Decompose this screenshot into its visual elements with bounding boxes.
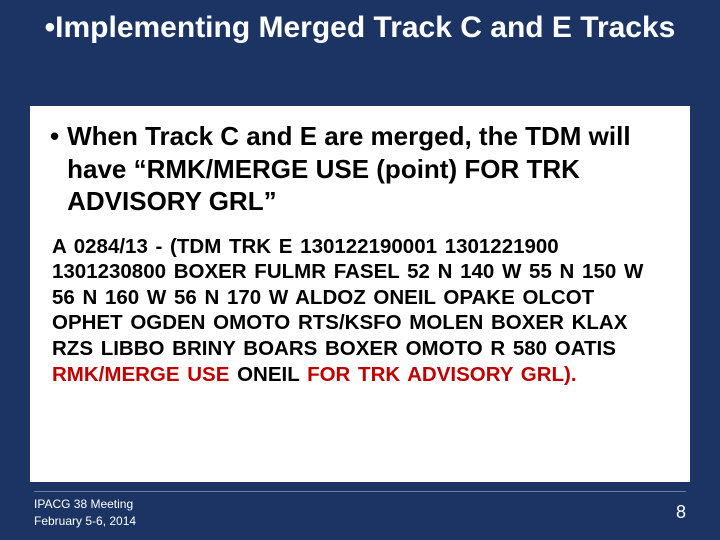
title-text: Implementing Merged Track C and E Tracks xyxy=(55,11,675,44)
footer-divider xyxy=(34,491,686,492)
heading-text: When Track C and E are merged, the TDM w… xyxy=(67,120,670,218)
page-number: 8 xyxy=(676,500,686,525)
body-mid: ONEIL xyxy=(237,363,299,386)
footer-left: IPACG 38 Meeting February 5-6, 2014 xyxy=(34,496,136,530)
slide-title: •Implementing Merged Track C and E Track… xyxy=(0,0,720,46)
body-highlight-2: FOR TRK ADVISORY GRL). xyxy=(299,363,576,386)
content-panel: • When Track C and E are merged, the TDM… xyxy=(30,106,690,482)
body-text: A 0284/13 - (TDM TRK E 130122190001 1301… xyxy=(50,234,670,388)
bullet-icon: • xyxy=(50,120,59,153)
footer-date: February 5-6, 2014 xyxy=(34,513,136,530)
body-prefix: A 0284/13 - (TDM TRK E 130122190001 1301… xyxy=(52,235,643,361)
footer: IPACG 38 Meeting February 5-6, 2014 8 xyxy=(34,491,686,530)
body-highlight-1: RMK/MERGE USE xyxy=(52,363,237,386)
footer-meeting: IPACG 38 Meeting xyxy=(34,496,136,513)
bullet-icon: • xyxy=(45,11,56,44)
bullet-row: • When Track C and E are merged, the TDM… xyxy=(50,120,670,218)
